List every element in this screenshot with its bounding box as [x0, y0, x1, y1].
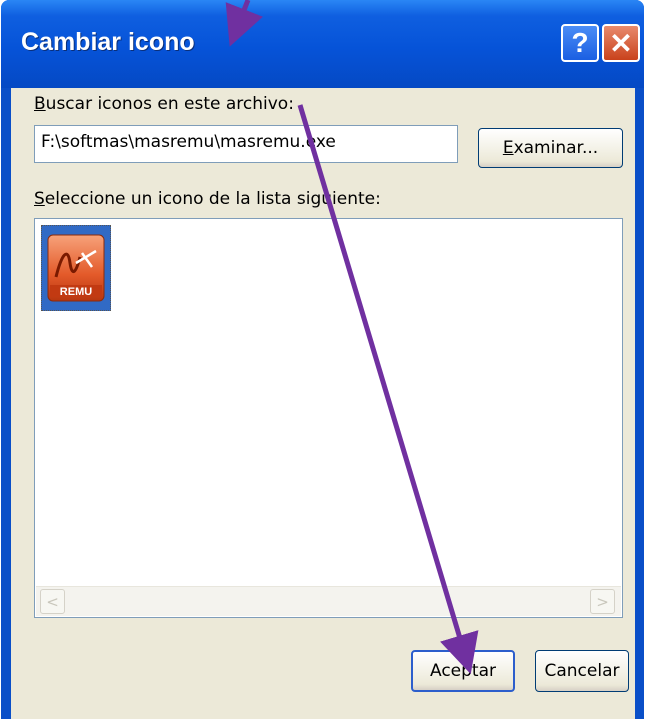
file-path-input[interactable]: F:\softmas\masremu\masremu.exe: [34, 125, 458, 163]
change-icon-dialog: Cambiar icono ? ✕ Buscar iconos en este …: [1, 0, 644, 719]
icon-list[interactable]: REMU < >: [34, 218, 623, 618]
file-path-label-text: uscar iconos en este archivo:: [45, 94, 294, 114]
help-button[interactable]: ?: [561, 24, 599, 62]
dialog-body: Buscar iconos en este archivo: F:\softma…: [11, 88, 635, 719]
browse-button[interactable]: Examinar...: [478, 128, 623, 168]
title-bar[interactable]: Cambiar icono ? ✕: [1, 0, 644, 88]
scroll-right-arrow-icon[interactable]: >: [590, 589, 615, 614]
icon-list-label-hotkey: S: [34, 189, 45, 209]
icon-list-label: Seleccione un icono de la lista siguient…: [34, 189, 381, 209]
dialog-title: Cambiar icono: [21, 28, 195, 56]
masremu-app-icon: REMU: [47, 234, 105, 302]
icon-list-label-text: eleccione un icono de la lista siguiente…: [44, 189, 381, 209]
cancel-button[interactable]: Cancelar: [535, 650, 629, 692]
browse-button-label: xaminar...: [513, 138, 599, 158]
close-button[interactable]: ✕: [602, 24, 640, 62]
icon-list-item[interactable]: REMU: [41, 225, 111, 311]
scroll-left-arrow-icon[interactable]: <: [40, 589, 65, 614]
file-path-label-hotkey: B: [34, 94, 46, 114]
browse-button-hotkey: E: [502, 138, 514, 158]
ok-button[interactable]: Aceptar: [411, 650, 515, 692]
app-icon-caption: REMU: [60, 286, 92, 298]
horizontal-scrollbar[interactable]: < >: [36, 586, 621, 616]
file-path-label: Buscar iconos en este archivo:: [34, 94, 294, 114]
